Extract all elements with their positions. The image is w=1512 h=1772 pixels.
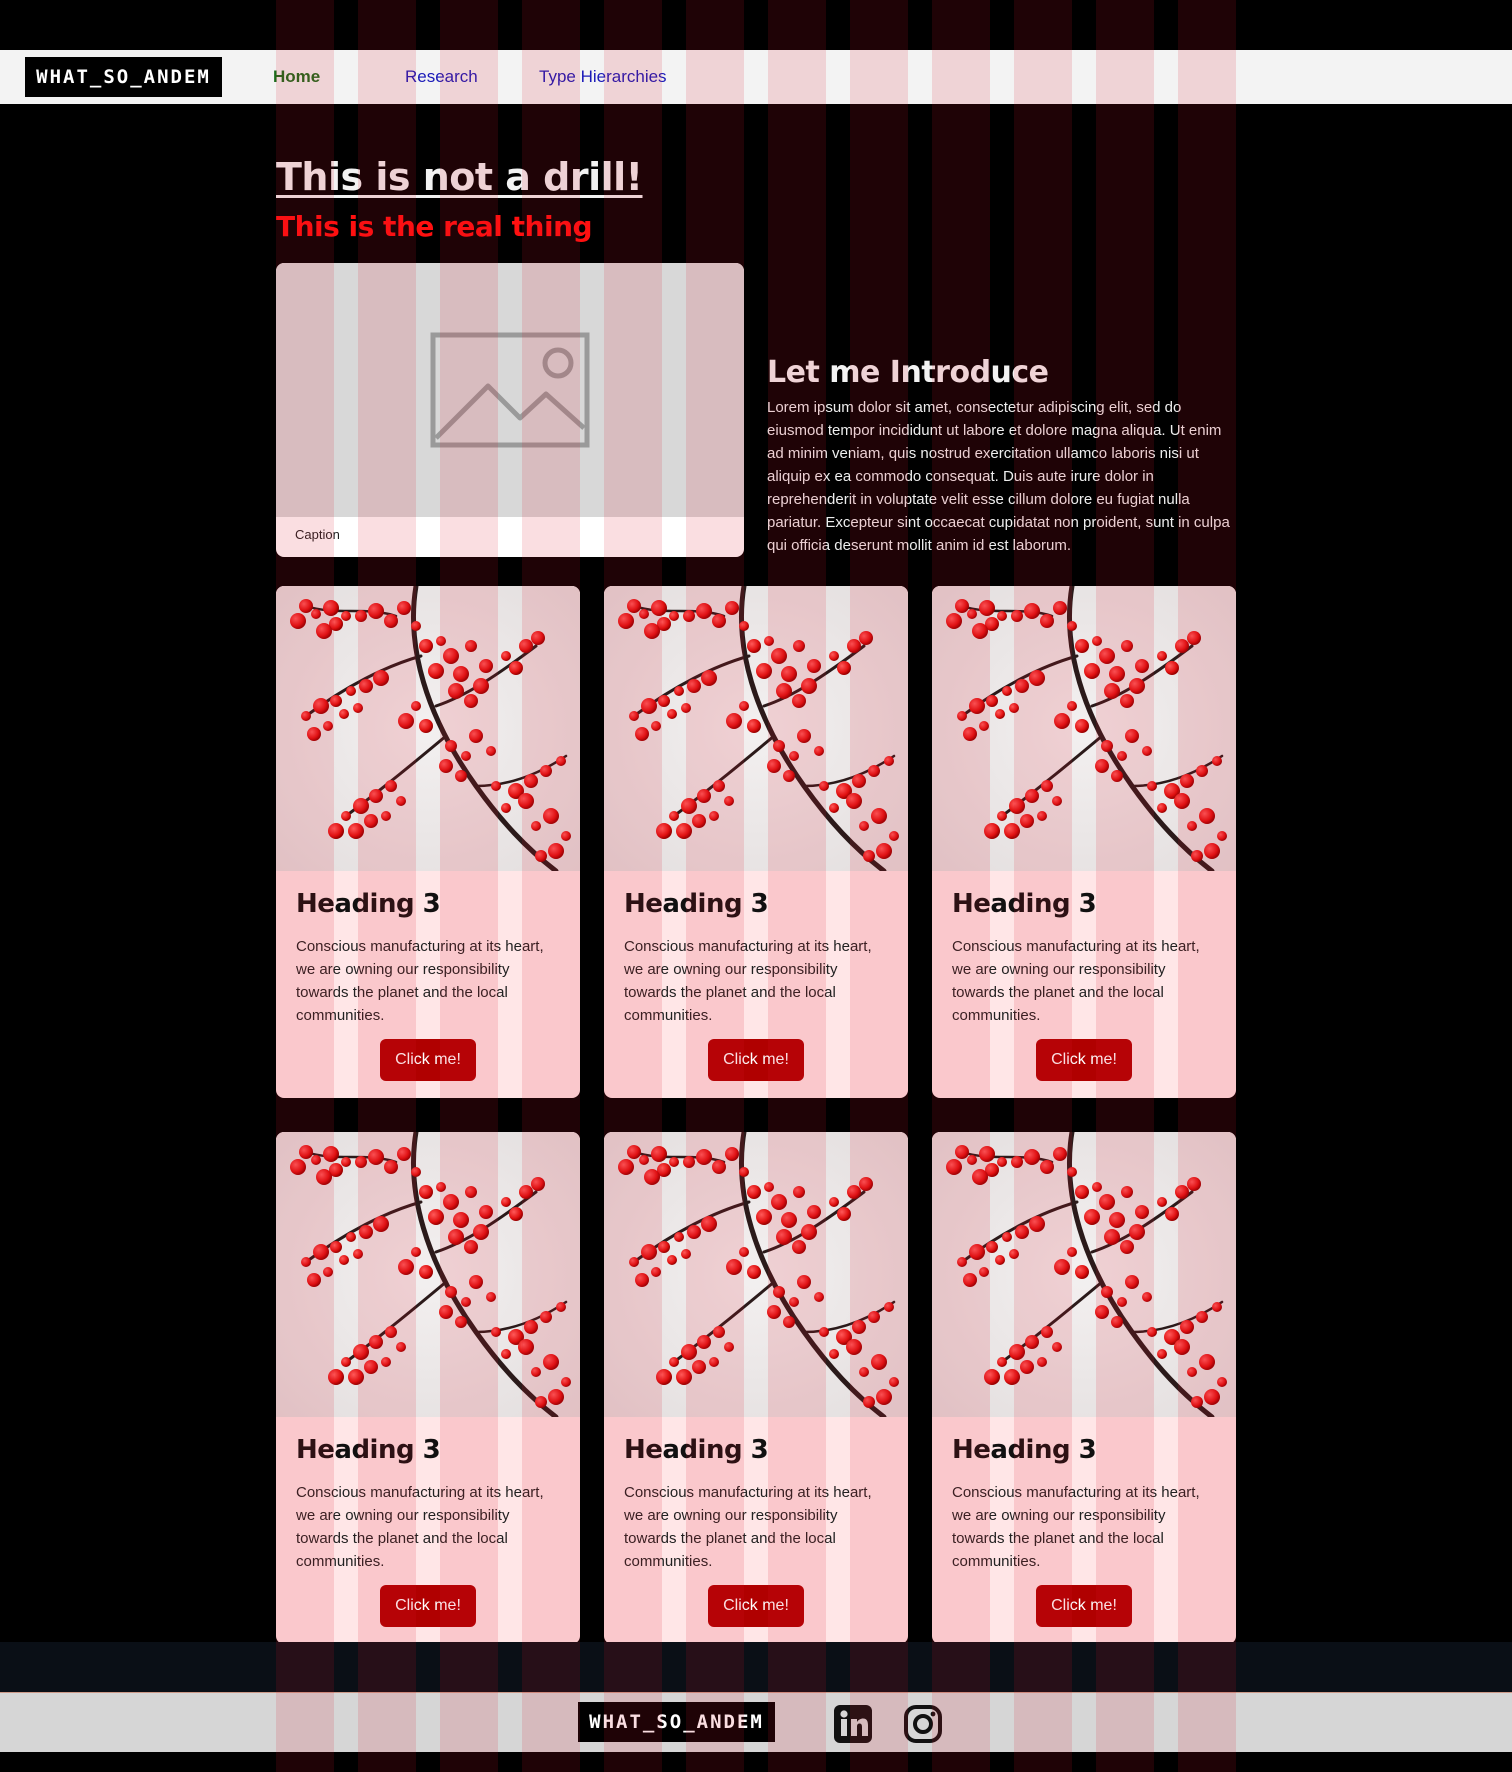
intro-title: Let me Introduce <box>767 355 1049 390</box>
card-image <box>604 1132 908 1417</box>
card-image <box>932 1132 1236 1417</box>
nav-link-type-hierarchies[interactable]: Type Hierarchies <box>539 67 667 87</box>
site-logo[interactable]: WHAT_SO_ANDEM <box>25 57 222 97</box>
card-click-button[interactable]: Click me! <box>380 1585 476 1627</box>
product-card: Heading 3 Conscious manufacturing at its… <box>276 1132 580 1644</box>
card-description: Conscious manufacturing at its heart, we… <box>624 1484 872 1570</box>
site-footer: WHAT_SO_ANDEM <box>0 1692 1512 1753</box>
page-bottom <box>0 1752 1512 1772</box>
card-description: Conscious manufacturing at its heart, we… <box>624 938 872 1024</box>
hero-figure: Caption <box>276 263 744 557</box>
instagram-icon[interactable] <box>903 1704 943 1744</box>
red-berries-photo <box>932 1132 1236 1417</box>
hero-title: This is not a drill! <box>276 155 643 199</box>
card-heading: Heading 3 <box>624 889 769 919</box>
product-card: Heading 3 Conscious manufacturing at its… <box>932 1132 1236 1644</box>
card-description: Conscious manufacturing at its heart, we… <box>296 1484 544 1570</box>
footer-spacer <box>0 1642 1512 1692</box>
red-berries-photo <box>604 586 908 871</box>
red-berries-photo <box>932 586 1236 871</box>
card-click-button[interactable]: Click me! <box>708 1585 804 1627</box>
nav-link-home[interactable]: Home <box>273 67 320 87</box>
product-card: Heading 3 Conscious manufacturing at its… <box>604 586 908 1098</box>
card-click-button[interactable]: Click me! <box>1036 1585 1132 1627</box>
hero-subtitle: This is the real thing <box>276 210 593 243</box>
red-berries-photo <box>276 586 580 871</box>
card-heading: Heading 3 <box>296 889 441 919</box>
card-click-button[interactable]: Click me! <box>380 1039 476 1081</box>
image-placeholder-icon <box>430 332 590 448</box>
card-image <box>276 1132 580 1417</box>
card-click-button[interactable]: Click me! <box>1036 1039 1132 1081</box>
card-image <box>276 586 580 871</box>
product-card: Heading 3 Conscious manufacturing at its… <box>932 586 1236 1098</box>
card-heading: Heading 3 <box>296 1435 441 1465</box>
red-berries-photo <box>604 1132 908 1417</box>
footer-logo[interactable]: WHAT_SO_ANDEM <box>578 1702 775 1742</box>
card-description: Conscious manufacturing at its heart, we… <box>296 938 544 1024</box>
product-card: Heading 3 Conscious manufacturing at its… <box>276 586 580 1098</box>
card-heading: Heading 3 <box>952 1435 1097 1465</box>
card-heading: Heading 3 <box>952 889 1097 919</box>
product-card: Heading 3 Conscious manufacturing at its… <box>604 1132 908 1644</box>
card-image <box>604 586 908 871</box>
card-description: Conscious manufacturing at its heart, we… <box>952 1484 1200 1570</box>
figure-caption: Caption <box>295 527 340 542</box>
red-berries-photo <box>276 1132 580 1417</box>
card-image <box>932 586 1236 871</box>
image-placeholder <box>276 263 744 517</box>
card-heading: Heading 3 <box>624 1435 769 1465</box>
nav-link-research[interactable]: Research <box>405 67 478 87</box>
intro-text: Lorem ipsum dolor sit amet, consectetur … <box>767 399 1230 554</box>
linkedin-icon[interactable] <box>833 1704 873 1744</box>
card-description: Conscious manufacturing at its heart, we… <box>952 938 1200 1024</box>
top-navbar: WHAT_SO_ANDEM Home Research Type Hierarc… <box>0 50 1512 104</box>
card-click-button[interactable]: Click me! <box>708 1039 804 1081</box>
